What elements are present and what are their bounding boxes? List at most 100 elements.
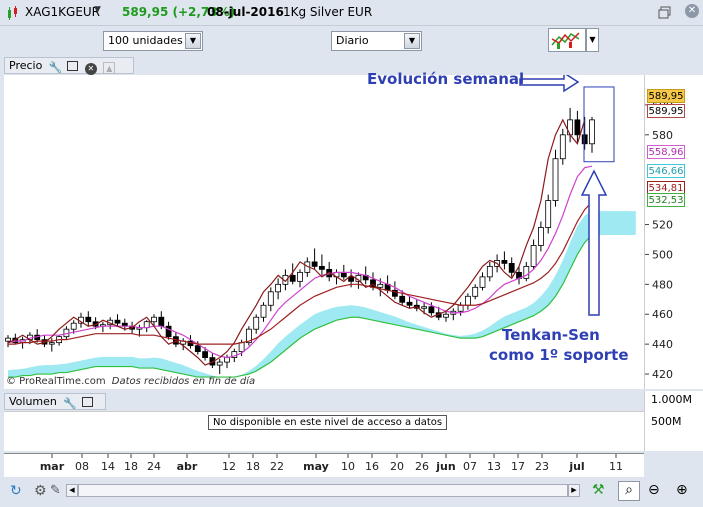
candle-body: [5, 337, 11, 342]
x-tick-label: 18: [246, 460, 260, 473]
time-axis[interactable]: mar 08 14 18 24 abr 12 18 22 may 10 16 20 26 jun 07 13 17…: [4, 453, 644, 477]
x-tick-label: jul: [568, 460, 584, 473]
x-tick-label: 26: [415, 460, 429, 473]
zoom-out-icon[interactable]: ⊖: [648, 482, 660, 498]
symbol-label: XAG1KGEUR: [25, 5, 101, 19]
scroll-left-button[interactable]: ◀: [66, 484, 78, 497]
volume-label-high: 1.000M: [651, 393, 692, 406]
candle-body: [194, 345, 201, 353]
indicators-button[interactable]: [548, 28, 586, 52]
close-panel-icon[interactable]: ✕: [84, 63, 97, 75]
candle-body: [165, 325, 172, 338]
x-tick-label: abr: [177, 460, 198, 473]
candle-body: [85, 316, 92, 323]
zoom-select-icon[interactable]: ⌕: [618, 481, 640, 501]
candle-body: [267, 291, 274, 306]
window-icon[interactable]: [67, 61, 79, 71]
move-up-icon[interactable]: ▲: [103, 62, 116, 74]
restore-icon[interactable]: [658, 5, 672, 19]
candle-body: [508, 262, 515, 273]
price-axis-svg: 420440460480500520580600: [645, 99, 673, 381]
candle-body: [158, 316, 165, 327]
volume-chart-area[interactable]: No disponible en este nivel de acceso a …: [4, 411, 644, 451]
candle-body: [421, 306, 428, 309]
x-tick-label: 24: [147, 460, 161, 473]
price-axis[interactable]: 420440460480500520580600: [644, 75, 703, 389]
x-tick-label: 12: [222, 460, 236, 473]
zoom-in-icon[interactable]: ⊕: [676, 482, 688, 498]
x-tick-label: 10: [341, 460, 355, 473]
candle-body: [574, 119, 581, 136]
candle-body: [377, 283, 384, 288]
price-tag: 589,95: [647, 89, 685, 103]
period-dropdown-icon[interactable]: ▼: [404, 33, 420, 49]
units-dropdown-icon[interactable]: ▼: [185, 33, 201, 49]
candle-body: [297, 271, 303, 282]
price-panel-label: Precio: [9, 59, 43, 72]
drawing-tool-icon[interactable]: ⚒: [592, 482, 605, 498]
x-tick-label: 11: [609, 460, 623, 473]
candle-body: [589, 119, 595, 145]
candle-body: [581, 134, 588, 145]
candle-body: [559, 134, 566, 160]
x-tick-label: 08: [75, 460, 89, 473]
refresh-icon[interactable]: ↻: [10, 483, 22, 499]
x-tick-label: 20: [390, 460, 404, 473]
volume-wrench-icon[interactable]: 🔧: [63, 398, 77, 410]
candle-body: [428, 306, 435, 314]
y-tick-label: 500: [652, 248, 673, 261]
volume-window-icon[interactable]: [81, 397, 93, 407]
price-tag: 546,66: [647, 164, 685, 178]
chart-toolbar: 100 unidades ▼ Diario ▼ ▼: [0, 26, 703, 56]
candle-body: [472, 286, 479, 297]
watermark-copyright: © ProRealTime.com: [6, 376, 106, 387]
watermark: © ProRealTime.com Datos recibidos en fin…: [6, 376, 255, 387]
indicators-dropdown-icon[interactable]: ▼: [586, 28, 599, 52]
indicators-icon: [551, 32, 580, 49]
tenkan-arrow: [580, 169, 608, 316]
period-select[interactable]: Diario ▼: [331, 31, 422, 51]
candle-body: [399, 295, 406, 303]
title-bar: XAG1KGEUR ▼ 589,95 (+2,73%) 08-jul-2016 …: [0, 0, 703, 26]
pen-icon[interactable]: ✎: [50, 483, 61, 498]
units-select-value: 100 unidades: [108, 34, 183, 47]
x-tick-label: mar: [40, 460, 65, 473]
weekly-arrow: [519, 75, 580, 93]
bottom-toolbar: ↻ ⚙ ✎ ◀ ▶ ⚒ ⌕ ⊖ ⊕: [0, 479, 703, 507]
candle-body: [406, 301, 413, 306]
candle-body: [552, 158, 559, 201]
menu-arrow-icon[interactable]: ▼: [94, 5, 101, 15]
y-tick-label: 480: [652, 278, 673, 291]
close-window-icon[interactable]: ✕: [685, 4, 699, 18]
time-axis-svg: mar 08 14 18 24 abr 12 18 22 may 10 16 20 26 jun 07 13 17…: [40, 454, 623, 473]
price-panel-header: Precio 🔧 ✕ ▲ ▼: [4, 57, 134, 90]
candle-body: [340, 271, 347, 278]
units-select[interactable]: 100 unidades ▼: [103, 31, 203, 51]
watermark-note: Datos recibidos en fin de día: [111, 376, 256, 387]
volume-label-low: 500M: [651, 415, 682, 428]
x-tick-label: jun: [435, 460, 455, 473]
x-tick-label: 16: [365, 460, 379, 473]
candle-body: [486, 265, 493, 278]
horizontal-scrollbar[interactable]: [78, 484, 568, 497]
candle-body: [530, 245, 537, 267]
wrench-icon[interactable]: 🔧: [49, 62, 63, 74]
x-tick-label: 23: [535, 460, 549, 473]
candle-body: [202, 351, 209, 359]
candle-body: [464, 295, 471, 306]
y-tick-label: 460: [652, 308, 673, 321]
candle-body: [318, 265, 325, 270]
candle-body: [545, 200, 552, 228]
period-select-value: Diario: [336, 34, 369, 47]
settings-icon[interactable]: ⚙: [34, 483, 47, 499]
x-tick-label: 07: [463, 460, 477, 473]
candle-body: [260, 304, 267, 318]
candle-body: [538, 227, 544, 246]
scroll-right-button[interactable]: ▶: [568, 484, 580, 497]
weekly-box: [583, 86, 615, 163]
candle-body: [289, 274, 296, 282]
candle-body: [501, 260, 508, 264]
annotation-weekly: Evolución semanal: [367, 70, 525, 88]
candle-body: [114, 319, 121, 324]
price-tag: 589,95: [647, 104, 685, 118]
